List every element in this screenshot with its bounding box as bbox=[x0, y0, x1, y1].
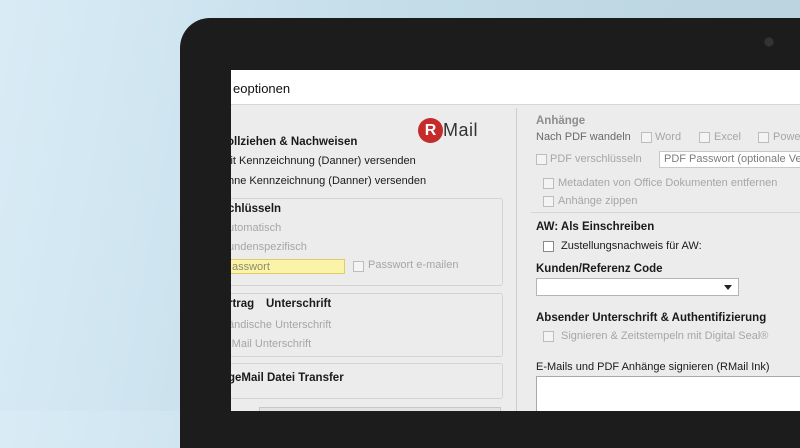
word-checkbox[interactable] bbox=[641, 132, 652, 143]
password-field[interactable]: asswort bbox=[231, 259, 345, 274]
excel-label: Excel bbox=[714, 131, 741, 143]
registered-heading: AW: Als Einschreiben bbox=[536, 221, 655, 233]
email-signature-option[interactable]: -Mail Unterschrift bbox=[231, 338, 311, 350]
rmail-ink-heading: E-Mails und PDF Anhänge signieren (RMail… bbox=[536, 361, 770, 373]
sender-signature-heading: Absender Unterschrift & Authentifizierun… bbox=[536, 312, 767, 324]
handwritten-signature-option[interactable]: ändische Unterschrift bbox=[231, 319, 331, 331]
attachments-heading: Anhänge bbox=[536, 115, 586, 127]
options-window: eoptionen R Mail ollziehen & Nachweisen … bbox=[231, 70, 800, 411]
email-password-label: Passwort e-mailen bbox=[368, 259, 459, 271]
send-with-banner-option[interactable]: lit Kennzeichnung (Danner) versenden bbox=[231, 155, 416, 167]
powerpoint-label: Powe bbox=[773, 131, 800, 143]
encrypt-pdf-checkbox[interactable] bbox=[536, 154, 547, 165]
title-bar: eoptionen bbox=[231, 70, 800, 105]
remove-metadata-checkbox[interactable] bbox=[543, 178, 554, 189]
powerpoint-checkbox[interactable] bbox=[758, 132, 769, 143]
excel-checkbox[interactable] bbox=[699, 132, 710, 143]
remove-metadata-label: Metadaten von Office Dokumenten entferne… bbox=[558, 177, 778, 189]
encrypt-automatic-option[interactable]: utomatisch bbox=[231, 222, 281, 234]
zip-attachments-label: Anhänge zippen bbox=[558, 195, 638, 207]
encrypt-heading: chlüsseln bbox=[231, 203, 282, 215]
bottom-button[interactable] bbox=[259, 407, 501, 411]
word-label: Word bbox=[655, 131, 682, 143]
attachments-separator bbox=[531, 212, 800, 213]
sign-timestamp-label: Signieren & Zeitstempeln mit Digital Sea… bbox=[561, 330, 769, 342]
email-password-checkbox[interactable] bbox=[353, 261, 364, 272]
send-without-banner-option[interactable]: hne Kennzeichnung (Danner) versenden bbox=[231, 175, 426, 187]
customer-code-dropdown[interactable] bbox=[536, 278, 739, 296]
webcam-icon bbox=[765, 38, 773, 46]
rmail-logo-icon: R bbox=[418, 118, 443, 143]
column-divider bbox=[516, 108, 517, 411]
pdf-password-field[interactable]: PDF Passwort (optionale Vers bbox=[659, 151, 800, 168]
customer-code-heading: Kunden/Referenz Code bbox=[536, 263, 663, 275]
rmail-logo-text: Mail bbox=[443, 120, 479, 140]
delivery-proof-label: Zustellungsnachweis für AW: bbox=[561, 240, 702, 252]
convert-pdf-label: Nach PDF wandeln bbox=[536, 131, 631, 143]
delivery-proof-checkbox[interactable] bbox=[543, 241, 554, 252]
contract-heading: rtrag bbox=[231, 298, 255, 310]
sign-timestamp-checkbox[interactable] bbox=[543, 331, 554, 342]
zip-attachments-checkbox[interactable] bbox=[543, 196, 554, 207]
encrypt-custom-option[interactable]: undenspezifisch bbox=[231, 241, 307, 253]
window-title: eoptionen bbox=[233, 81, 291, 96]
chevron-down-icon bbox=[724, 285, 732, 290]
track-prove-heading: ollziehen & Nachweisen bbox=[231, 136, 358, 148]
signature-heading: Unterschrift bbox=[266, 298, 332, 310]
rmail-ink-textarea[interactable] bbox=[536, 376, 800, 411]
encrypt-pdf-label: PDF verschlüsseln bbox=[550, 153, 642, 165]
large-file-transfer-heading: geMail Datei Transfer bbox=[231, 372, 344, 384]
